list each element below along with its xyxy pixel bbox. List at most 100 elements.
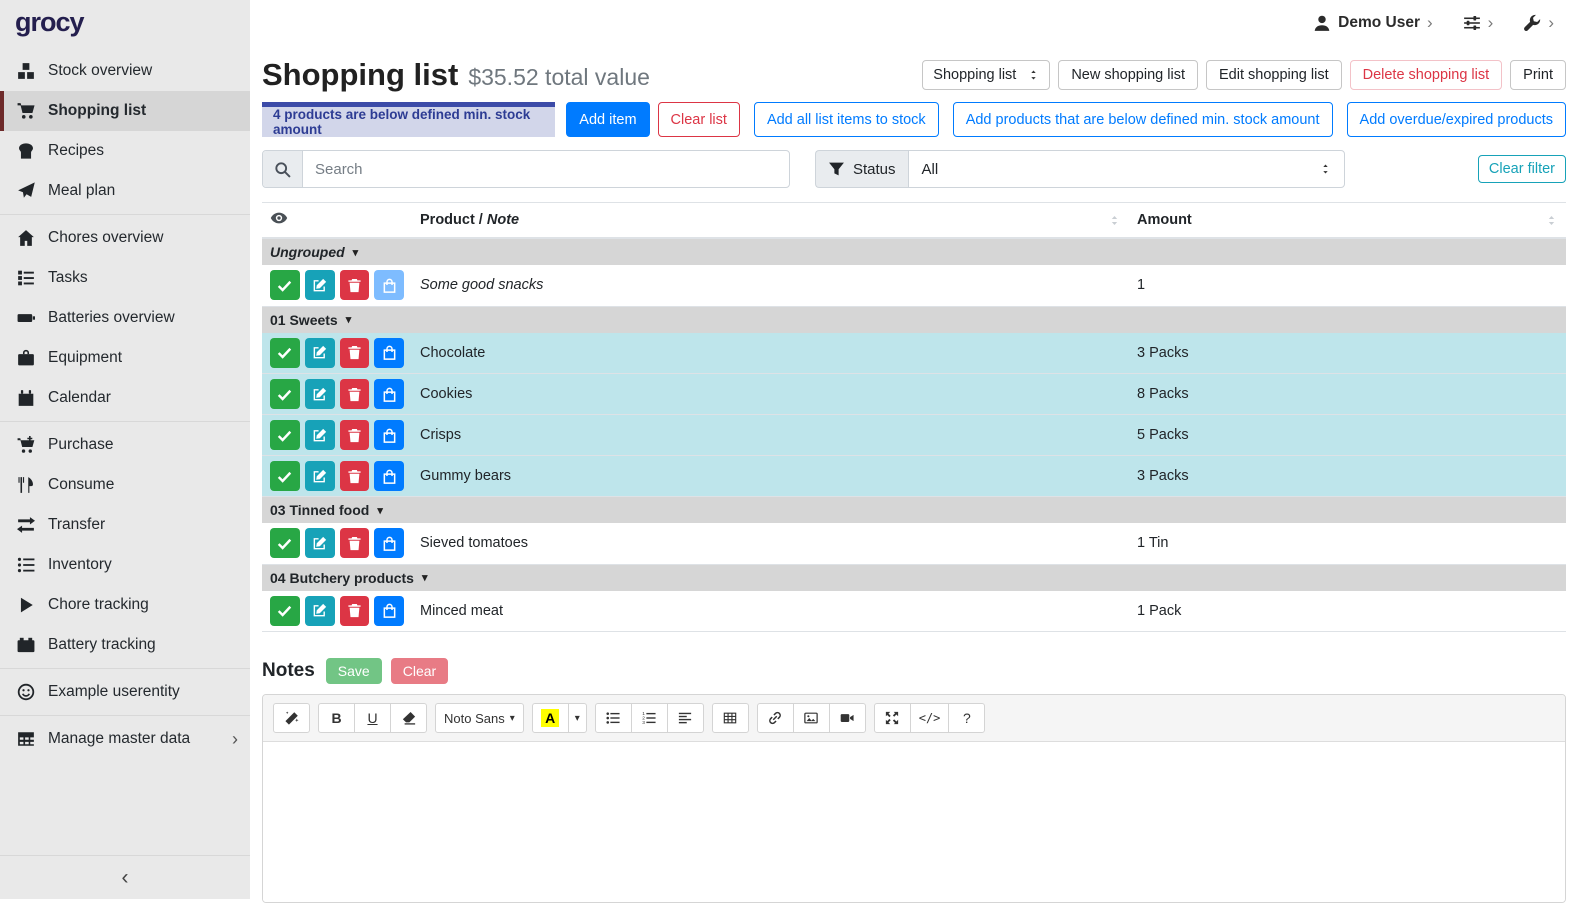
notes-editor-area[interactable]: [263, 742, 1565, 902]
bold-button[interactable]: B: [318, 703, 355, 733]
edit-item-button[interactable]: [305, 420, 335, 450]
clear-list-button[interactable]: Clear list: [658, 102, 740, 137]
sidebar-collapse-button[interactable]: ‹: [122, 866, 129, 890]
sidebar-item-batteries-overview[interactable]: Batteries overview: [0, 298, 250, 338]
bold-button-label: B: [331, 710, 341, 726]
edit-item-button[interactable]: [305, 596, 335, 626]
group-toggle[interactable]: 04 Butchery products▾: [270, 570, 427, 586]
admin-menu[interactable]: ›: [1523, 14, 1554, 32]
group-toggle[interactable]: 01 Sweets▾: [270, 312, 351, 328]
insert-table-button[interactable]: [712, 703, 749, 733]
highlight-color-button[interactable]: A: [532, 703, 569, 733]
mark-done-button[interactable]: [270, 270, 300, 300]
sidebar-item-meal-plan[interactable]: Meal plan: [0, 171, 250, 211]
add-overdue-button[interactable]: Add overdue/expired products: [1347, 102, 1566, 137]
edit-item-button[interactable]: [305, 270, 335, 300]
bag-icon: [382, 278, 397, 293]
mark-done-button[interactable]: [270, 461, 300, 491]
help-button[interactable]: ?: [948, 703, 985, 733]
add-to-stock-button[interactable]: [374, 596, 404, 626]
search-input[interactable]: [303, 151, 789, 187]
clear-notes-button[interactable]: Clear: [391, 658, 448, 684]
bag-icon: [382, 387, 397, 402]
edit-item-button[interactable]: [305, 338, 335, 368]
table-icon: [17, 730, 35, 748]
sidebar-item-manage-master-data[interactable]: Manage master data›: [0, 719, 250, 759]
mark-done-button[interactable]: [270, 528, 300, 558]
sidebar-item-consume[interactable]: Consume: [0, 465, 250, 505]
toolbar-group: BU: [318, 703, 427, 733]
eye-icon[interactable]: [270, 209, 288, 227]
code-view-button[interactable]: </>: [910, 703, 950, 733]
fullscreen-button[interactable]: [874, 703, 911, 733]
group-header-row-03-tinned-food: 03 Tinned food▾: [262, 497, 1566, 524]
delete-item-button[interactable]: [340, 461, 370, 491]
sidebar-item-calendar[interactable]: Calendar: [0, 378, 250, 418]
add-all-to-stock-button[interactable]: Add all list items to stock: [754, 102, 939, 137]
add-to-stock-button[interactable]: [374, 420, 404, 450]
ordered-list-button[interactable]: [631, 703, 668, 733]
delete-item-button[interactable]: [340, 420, 370, 450]
mark-done-button[interactable]: [270, 379, 300, 409]
unordered-list-button[interactable]: [595, 703, 632, 733]
delete-item-button[interactable]: [340, 338, 370, 368]
amount-column-header[interactable]: Amount: [1129, 203, 1566, 239]
visibility-column-header[interactable]: [262, 203, 412, 239]
color-picker-caret-button[interactable]: ▾: [568, 703, 587, 733]
sidebar-item-inventory[interactable]: Inventory: [0, 545, 250, 585]
add-to-stock-button[interactable]: [374, 379, 404, 409]
delete-item-button[interactable]: [340, 379, 370, 409]
app-logo[interactable]: grocy: [0, 0, 250, 45]
new-shopping-list-button[interactable]: New shopping list: [1058, 60, 1198, 90]
sidebar-item-transfer[interactable]: Transfer: [0, 505, 250, 545]
add-to-stock-button[interactable]: [374, 528, 404, 558]
sidebar-item-stock-overview[interactable]: Stock overview: [0, 51, 250, 91]
sidebar-item-tasks[interactable]: Tasks: [0, 258, 250, 298]
add-to-stock-button[interactable]: [374, 270, 404, 300]
status-select[interactable]: All: [908, 150, 1345, 188]
print-button[interactable]: Print: [1510, 60, 1566, 90]
clear-filter-button[interactable]: Clear filter: [1478, 155, 1566, 183]
app-logo-text: grocy: [15, 7, 84, 38]
style-magic-button[interactable]: [273, 703, 310, 733]
add-item-button[interactable]: Add item: [566, 102, 649, 137]
user-menu[interactable]: Demo User ›: [1313, 14, 1433, 32]
sidebar-item-chores-overview[interactable]: Chores overview: [0, 218, 250, 258]
delete-item-button[interactable]: [340, 528, 370, 558]
underline-button[interactable]: U: [354, 703, 391, 733]
add-to-stock-button[interactable]: [374, 338, 404, 368]
sidebar-item-equipment[interactable]: Equipment: [0, 338, 250, 378]
add-to-stock-button[interactable]: [374, 461, 404, 491]
product-name: Crisps: [420, 427, 461, 443]
sidebar-item-shopping-list[interactable]: Shopping list: [0, 91, 250, 131]
group-toggle[interactable]: Ungrouped▾: [270, 244, 358, 260]
insert-picture-button[interactable]: [793, 703, 830, 733]
trash-icon: [347, 428, 362, 443]
add-below-min-stock-button[interactable]: Add products that are below defined min.…: [953, 102, 1333, 137]
settings-menu[interactable]: ›: [1463, 14, 1494, 32]
edit-item-button[interactable]: [305, 379, 335, 409]
delete-item-button[interactable]: [340, 270, 370, 300]
delete-item-button[interactable]: [340, 596, 370, 626]
insert-link-button[interactable]: [757, 703, 794, 733]
insert-video-button[interactable]: [829, 703, 866, 733]
mark-done-button[interactable]: [270, 420, 300, 450]
save-notes-button[interactable]: Save: [326, 658, 382, 684]
sidebar-item-purchase[interactable]: Purchase: [0, 425, 250, 465]
mark-done-button[interactable]: [270, 338, 300, 368]
delete-shopping-list-button[interactable]: Delete shopping list: [1350, 60, 1503, 90]
mark-done-button[interactable]: [270, 596, 300, 626]
font-family-button[interactable]: Noto Sans▾: [435, 703, 524, 733]
shopping-list-select[interactable]: Shopping list: [922, 60, 1050, 90]
edit-item-button[interactable]: [305, 461, 335, 491]
sidebar-item-example-userentity[interactable]: Example userentity: [0, 672, 250, 712]
sidebar-item-chore-tracking[interactable]: Chore tracking: [0, 585, 250, 625]
edit-item-button[interactable]: [305, 528, 335, 558]
group-toggle[interactable]: 03 Tinned food▾: [270, 502, 383, 518]
clear-format-button[interactable]: [390, 703, 427, 733]
sidebar-item-recipes[interactable]: Recipes: [0, 131, 250, 171]
product-column-header[interactable]: Product / Note: [412, 203, 1129, 239]
edit-shopping-list-button[interactable]: Edit shopping list: [1206, 60, 1342, 90]
paragraph-align-button[interactable]: [667, 703, 704, 733]
sidebar-item-battery-tracking[interactable]: Battery tracking: [0, 625, 250, 665]
